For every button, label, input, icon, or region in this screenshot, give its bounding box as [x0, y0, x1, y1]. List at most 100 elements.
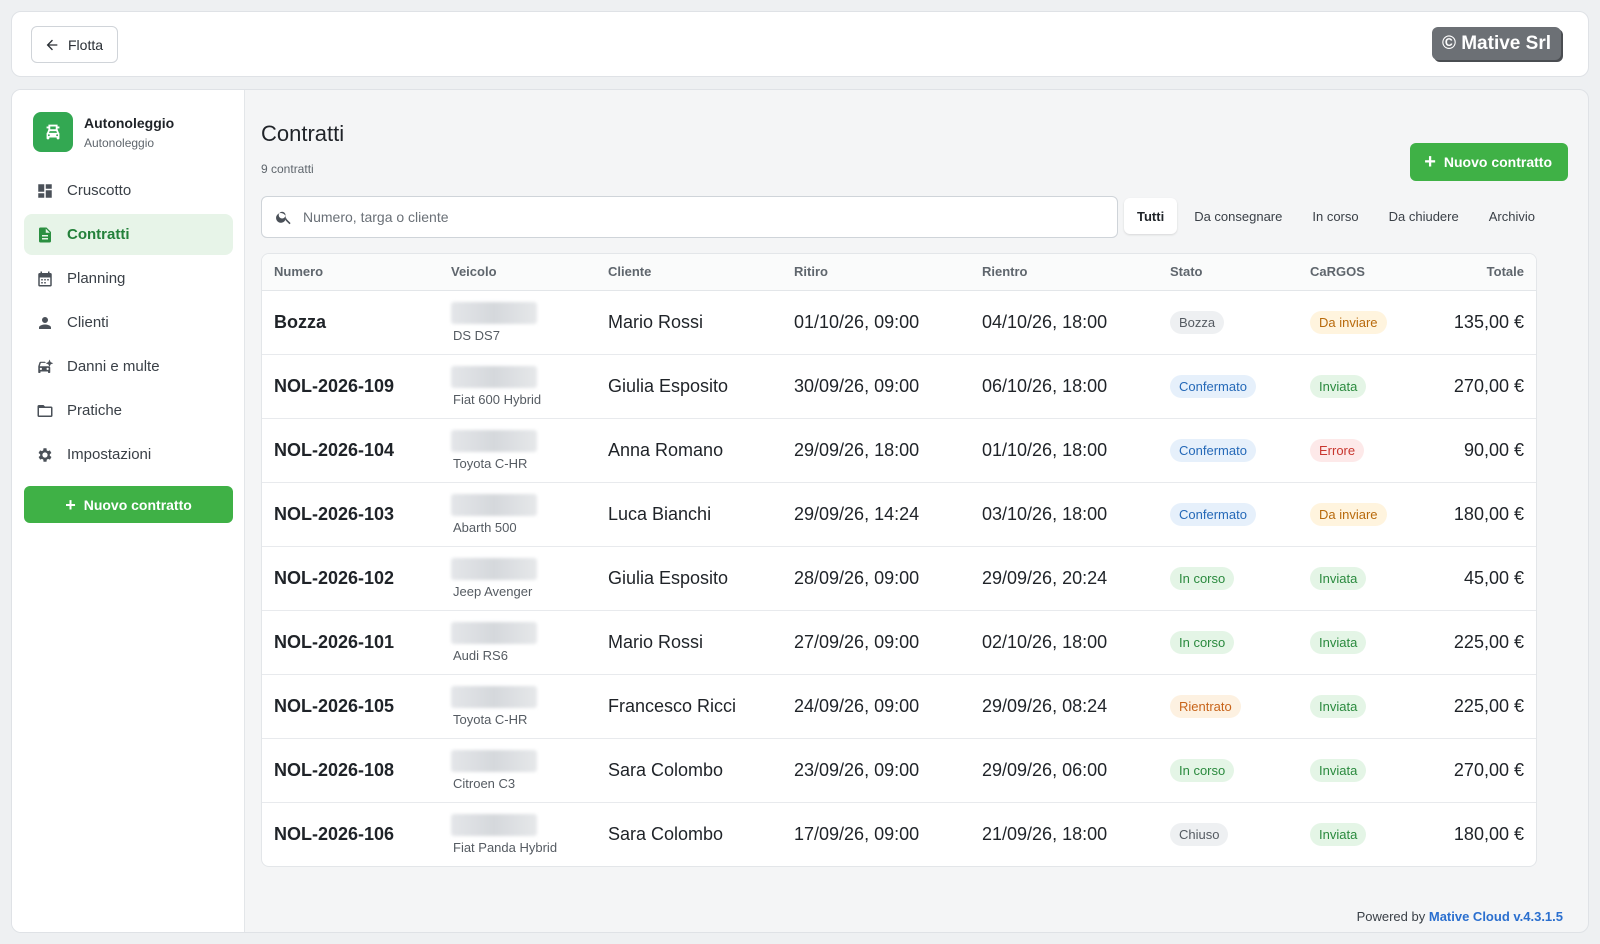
filter-tutti[interactable]: Tutti [1124, 198, 1178, 234]
table-row[interactable]: NOL-2026-103 Abarth 500 Luca Bianchi 29/09/… [262, 482, 1536, 547]
cell-cargos: Inviata [1298, 610, 1408, 675]
sidebar-nav: Cruscotto Contratti Planning Clienti Dan… [24, 170, 233, 478]
status-badge: Rientrato [1170, 694, 1241, 718]
sidebar-item-pratiche[interactable]: Pratiche [24, 390, 233, 431]
table-row[interactable]: NOL-2026-106 Fiat Panda Hybrid Sara Colomb… [262, 802, 1536, 866]
search-icon [276, 211, 291, 225]
vehicle-model: Audi RS6 [453, 647, 508, 663]
sidebar-item-label: Danni e multe [67, 358, 160, 375]
cell-rientro: 04/10/26, 18:00 [970, 290, 1158, 355]
cell-veicolo: Fiat 600 Hybrid [439, 354, 596, 419]
table-row[interactable]: NOL-2026-105 Toyota C-HR Francesco Ricci 24… [262, 674, 1536, 739]
cell-cliente: Giulia Esposito [596, 546, 782, 611]
cell-veicolo: Toyota C-HR [439, 418, 596, 483]
cell-veicolo: Fiat Panda Hybrid [439, 802, 596, 866]
table-row[interactable]: NOL-2026-104 Toyota C-HR Anna Romano 29/09/… [262, 418, 1536, 483]
filter-da-consegnare[interactable]: Da consegnare [1181, 198, 1295, 234]
contract-number: NOL-2026-109 [274, 375, 395, 396]
contracts-table: Numero Veicolo Cliente Ritiro Rientro St… [261, 253, 1537, 867]
column-header-totale[interactable]: Totale [1408, 254, 1536, 291]
cell-totale: 225,00 € [1408, 610, 1536, 675]
copyright-badge: © Mative Srl [1431, 27, 1561, 60]
status-badge: Confermato [1170, 374, 1256, 398]
vehicle-model: DS DS7 [453, 327, 500, 343]
new-contract-button[interactable]: + Nuovo contratto [1410, 143, 1568, 181]
cell-veicolo: Jeep Avenger [439, 546, 596, 611]
cell-stato: In corso [1158, 738, 1298, 803]
cell-veicolo: Abarth 500 [439, 482, 596, 547]
cell-cargos: Inviata [1298, 738, 1408, 803]
contract-number: NOL-2026-102 [274, 567, 395, 588]
filter-da-chiudere[interactable]: Da chiudere [1376, 198, 1472, 234]
sidebar-item-contratti[interactable]: Contratti [24, 214, 233, 255]
sidebar-item-label: Clienti [67, 314, 109, 331]
column-header-cliente[interactable]: Cliente [596, 254, 782, 291]
column-header-veicolo[interactable]: Veicolo [439, 254, 596, 291]
folder-icon [37, 404, 53, 417]
cell-numero: NOL-2026-108 [262, 738, 439, 803]
cargos-badge: Da inviare [1310, 310, 1387, 334]
sidebar-item-impostazioni[interactable]: Impostazioni [24, 434, 233, 475]
vehicle-model: Fiat 600 Hybrid [453, 391, 542, 407]
table-row[interactable]: NOL-2026-108 Citroen C3 Sara Colombo 23/09/… [262, 738, 1536, 803]
sidebar-item-clienti[interactable]: Clienti [24, 302, 233, 343]
contract-number: NOL-2026-105 [274, 695, 395, 716]
contract-number: NOL-2026-108 [274, 759, 395, 780]
license-plate-redacted [451, 749, 537, 772]
table-row[interactable]: Bozza DS DS7 Mario Rossi 01/10/26, 09:00 04/… [262, 290, 1536, 355]
vehicle-model: Toyota C-HR [453, 455, 528, 471]
cell-cliente: Anna Romano [596, 418, 782, 483]
column-header-numero[interactable]: Numero [262, 254, 439, 291]
cell-numero: NOL-2026-104 [262, 418, 439, 483]
cell-rientro: 29/09/26, 06:00 [970, 738, 1158, 803]
license-plate-redacted [451, 813, 537, 836]
status-badge: In corso [1170, 758, 1235, 782]
column-header-cargos[interactable]: CaRGOS [1298, 254, 1408, 291]
cell-numero: NOL-2026-105 [262, 674, 439, 739]
cell-cliente: Luca Bianchi [596, 482, 782, 547]
filter-archivio[interactable]: Archivio [1476, 198, 1548, 234]
cell-totale: 180,00 € [1453, 823, 1524, 844]
cell-numero: NOL-2026-101 [262, 610, 439, 675]
table-row[interactable]: NOL-2026-109 Fiat 600 Hybrid Giulia Esposi… [262, 354, 1536, 419]
column-header-rientro[interactable]: Rientro [970, 254, 1158, 291]
license-plate-redacted [451, 301, 537, 324]
cell-totale: 270,00 € [1408, 354, 1536, 419]
vehicle-model: Jeep Avenger [453, 583, 533, 599]
contract-count: 9 contratti [261, 162, 314, 176]
status-badge: In corso [1170, 566, 1235, 590]
plus-icon: + [65, 494, 76, 515]
column-header-ritiro[interactable]: Ritiro [782, 254, 970, 291]
cell-rientro: 02/10/26, 18:00 [970, 610, 1158, 675]
footer-brand-link[interactable]: Mative Cloud v.4.3.1.5 [1429, 909, 1563, 924]
cell-stato: Confermato [1158, 354, 1298, 419]
table-header-row: Numero Veicolo Cliente Ritiro Rientro St… [262, 254, 1536, 291]
sidebar-new-contract-button[interactable]: + Nuovo contratto [24, 486, 233, 523]
back-button-label: Flotta [68, 36, 104, 53]
cell-numero: NOL-2026-109 [262, 354, 439, 419]
table-row[interactable]: NOL-2026-102 Jeep Avenger Giulia Esposito 2… [262, 546, 1536, 611]
cell-ritiro: 01/10/26, 09:00 [782, 290, 970, 355]
cell-ritiro: 17/09/26, 09:00 [794, 823, 920, 844]
cargos-badge: Inviata [1310, 374, 1367, 398]
cell-cliente: Sara Colombo [596, 738, 782, 803]
cargos-badge: Da inviare [1310, 502, 1387, 526]
cell-stato: Confermato [1158, 418, 1298, 483]
search-input[interactable] [303, 209, 1083, 225]
license-plate-redacted [451, 557, 537, 580]
table-row[interactable]: NOL-2026-101 Audi RS6 Mario Rossi 27/09/26,… [262, 610, 1536, 675]
cell-totale: 135,00 € [1408, 290, 1536, 355]
cell-numero: Bozza [262, 290, 439, 355]
sidebar-item-planning[interactable]: Planning [24, 258, 233, 299]
cell-rientro: 01/10/26, 18:00 [970, 418, 1158, 483]
cell-totale: 270,00 € [1408, 738, 1536, 803]
filter-in-corso[interactable]: In corso [1299, 198, 1371, 234]
column-header-stato[interactable]: Stato [1158, 254, 1298, 291]
vehicle-model: Citroen C3 [453, 775, 516, 791]
cell-veicolo: DS DS7 [439, 290, 596, 355]
cargos-badge: Inviata [1310, 630, 1367, 654]
sidebar-item-cruscotto[interactable]: Cruscotto [24, 170, 233, 211]
cell-cargos: Inviata [1298, 546, 1408, 611]
back-button[interactable]: Flotta [31, 26, 119, 63]
sidebar-item-danni-e-multe[interactable]: Danni e multe [24, 346, 233, 387]
